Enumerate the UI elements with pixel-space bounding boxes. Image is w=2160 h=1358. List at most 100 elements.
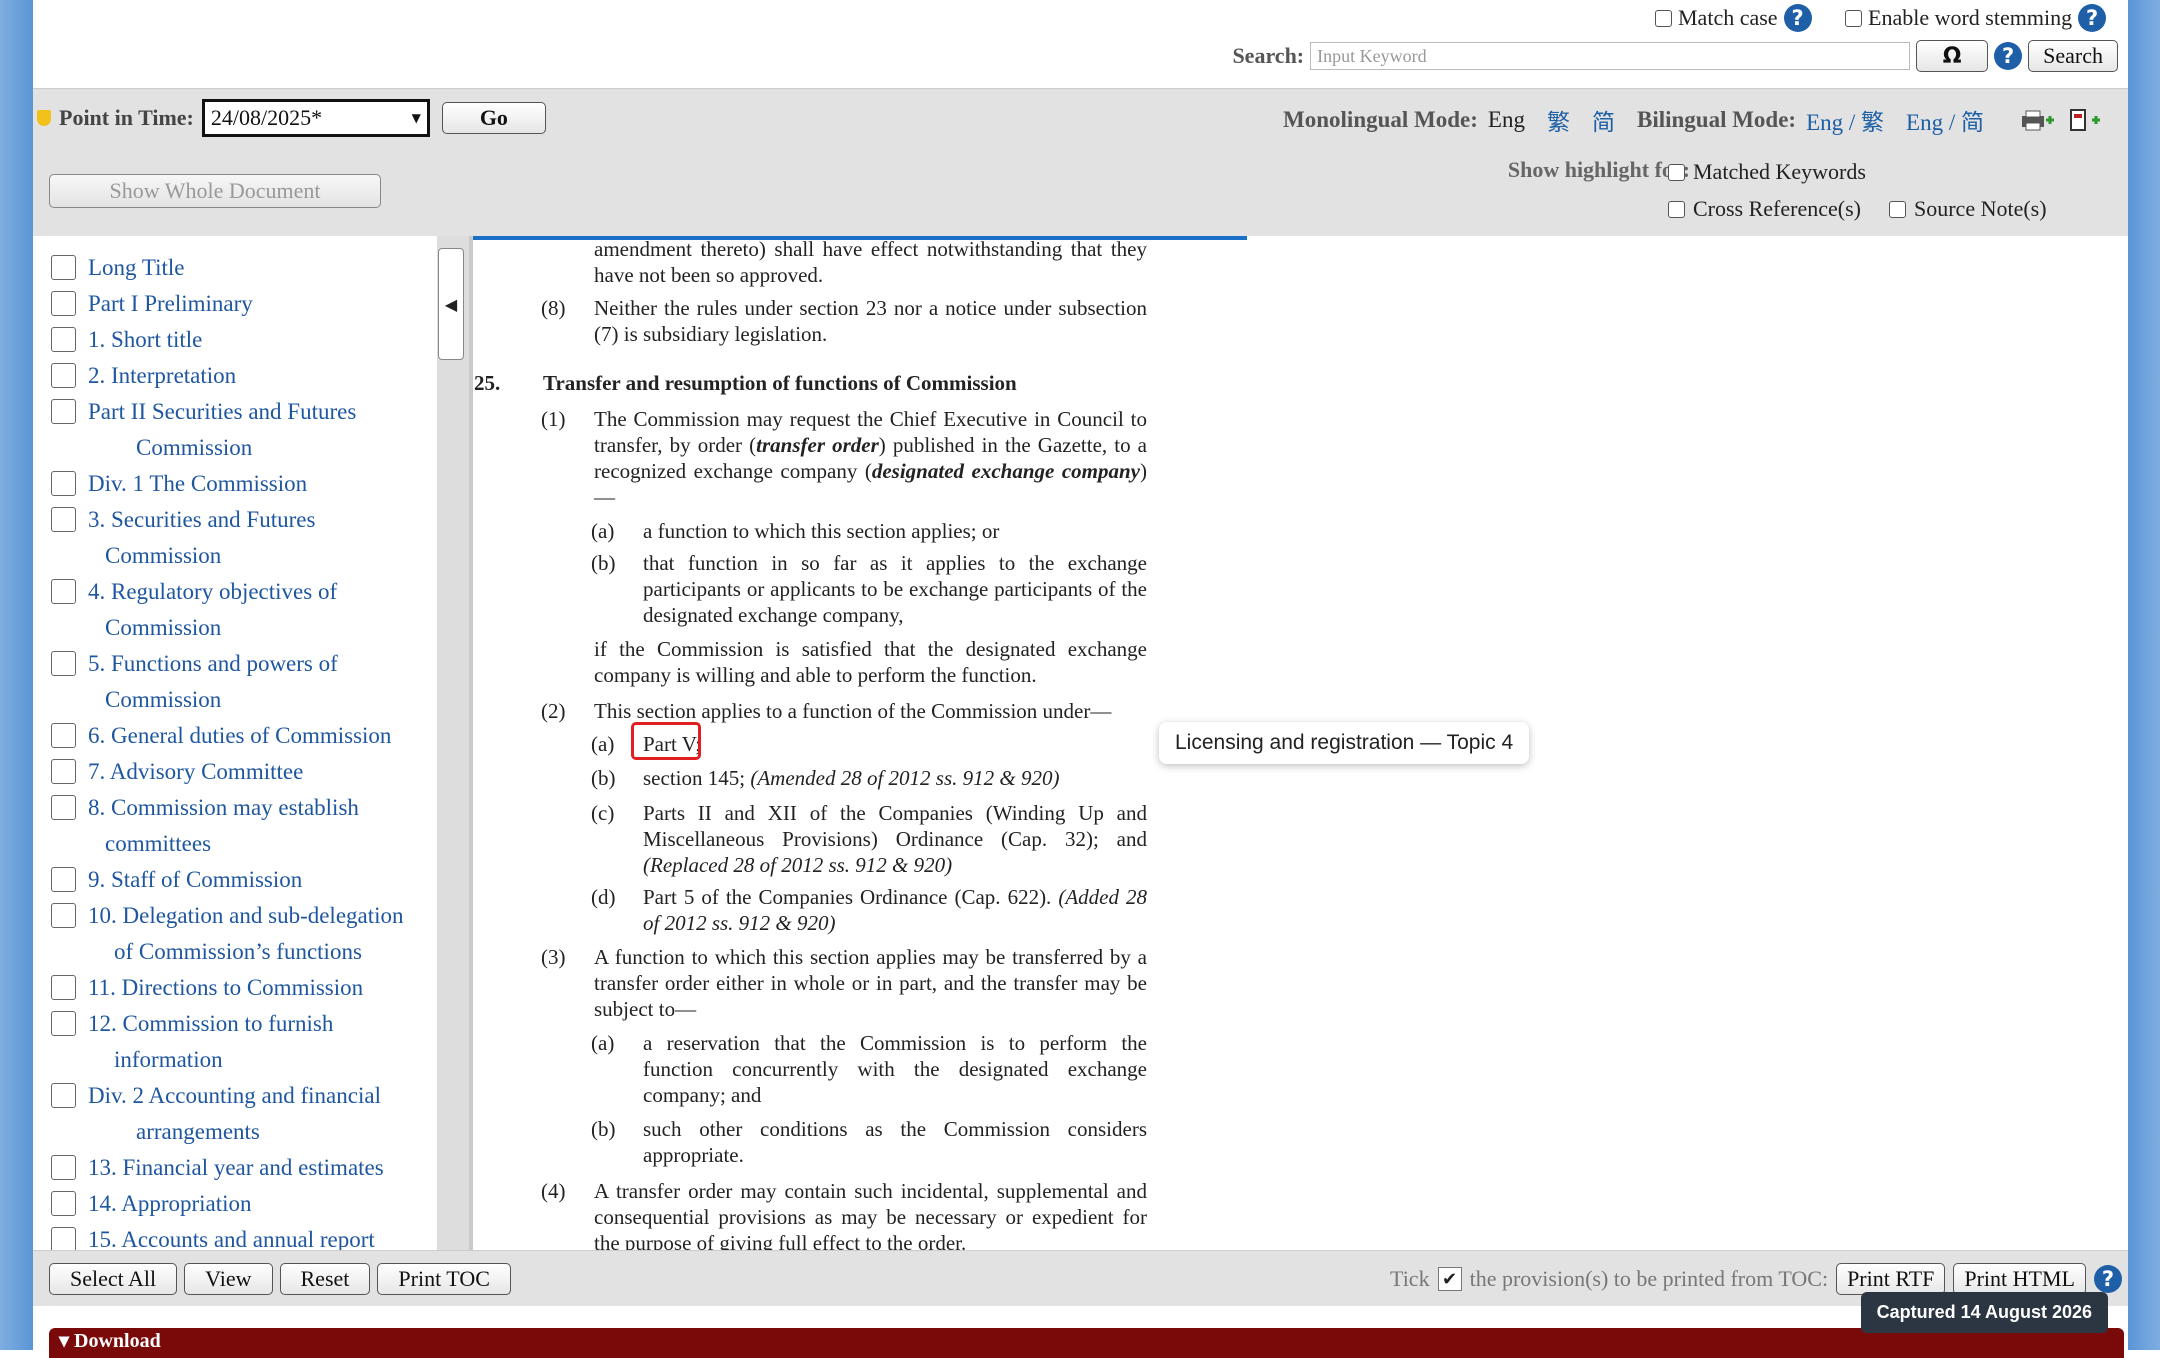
toc-item[interactable]: Div. 1 The Commission: [33, 466, 437, 502]
toc-item-label[interactable]: Long Title: [88, 250, 189, 286]
toc-item[interactable]: Part I Preliminary: [33, 286, 437, 322]
toc-item-title: Div. 1 The Commission: [88, 471, 308, 496]
toc-item[interactable]: 7. Advisory Committee: [33, 754, 437, 790]
show-whole-document-button[interactable]: Show Whole Document: [49, 174, 381, 208]
matched-keywords-checkbox[interactable]: [1668, 163, 1685, 181]
toc-item-checkbox[interactable]: [51, 363, 76, 388]
toc-item-label[interactable]: 13. Financial year and estimates: [88, 1150, 388, 1186]
select-all-button[interactable]: Select All: [49, 1263, 178, 1295]
print-add-icon[interactable]: [2020, 108, 2054, 132]
special-character-button[interactable]: Ω: [1916, 40, 1989, 72]
toc-item-label[interactable]: 14. Appropriation: [88, 1186, 256, 1222]
toc-scrollbar[interactable]: [437, 236, 471, 1250]
toc-item[interactable]: 8. Commission may establish committees: [33, 790, 437, 862]
toc-item-checkbox[interactable]: [51, 255, 76, 280]
toc-item[interactable]: 15. Accounts and annual report: [33, 1222, 437, 1250]
toc-item-label[interactable]: 8. Commission may establish committees: [88, 790, 363, 862]
toc-item[interactable]: 4. Regulatory objectives of Commission: [33, 574, 437, 646]
toc-item-label[interactable]: Part I Preliminary: [88, 286, 257, 322]
toc-item-label[interactable]: 9. Staff of Commission: [88, 862, 306, 898]
defined-term: transfer order: [756, 433, 879, 457]
toc-item-label[interactable]: 15. Accounts and annual report: [88, 1222, 379, 1250]
toc-item-checkbox[interactable]: [51, 291, 76, 316]
toc-item-label[interactable]: 10. Delegation and sub-delegation of Comm…: [88, 898, 408, 970]
toc-item[interactable]: 3. Securities and Futures Commission: [33, 502, 437, 574]
toc-item[interactable]: 1. Short title: [33, 322, 437, 358]
bi-eng-trad-link[interactable]: Eng / 繁: [1806, 103, 1884, 137]
point-in-time-select[interactable]: 24/08/2025* ▼: [201, 99, 430, 137]
toc-item-label[interactable]: Part II Securities and Futures Commission: [88, 394, 360, 466]
toc-item-checkbox[interactable]: [51, 327, 76, 352]
reset-button[interactable]: Reset: [279, 1263, 371, 1295]
toc-item-title: Part II Securities and Futures: [88, 399, 357, 424]
bi-eng-simp-link[interactable]: Eng / 简: [1906, 103, 1984, 137]
toc-item-checkbox[interactable]: [51, 795, 76, 820]
toc-item[interactable]: 13. Financial year and estimates: [33, 1150, 437, 1186]
toc-item-checkbox[interactable]: [51, 1191, 76, 1216]
toc-item-label[interactable]: 11. Directions to Commission: [88, 970, 367, 1006]
toc-item-checkbox[interactable]: [51, 471, 76, 496]
monolingual-mode-label: Monolingual Mode:: [1283, 107, 1478, 132]
cross-reference-link[interactable]: Part V;: [643, 731, 1147, 757]
matched-keywords-label: Matched Keywords: [1693, 159, 1866, 184]
toc-item[interactable]: 6. General duties of Commission: [33, 718, 437, 754]
export-add-icon[interactable]: [2068, 108, 2102, 132]
toc-item-checkbox[interactable]: [51, 1011, 76, 1036]
download-section[interactable]: ▾ Download: [49, 1328, 2124, 1358]
toc-item-checkbox[interactable]: [51, 1227, 76, 1250]
toc-item-label[interactable]: 1. Short title: [88, 322, 206, 358]
go-button[interactable]: Go: [441, 102, 546, 134]
toc-item-checkbox[interactable]: [51, 1083, 76, 1108]
help-icon[interactable]: ?: [2094, 1265, 2122, 1293]
toc-item[interactable]: 14. Appropriation: [33, 1186, 437, 1222]
toc-item-label[interactable]: 6. General duties of Commission: [88, 718, 395, 754]
toc-item[interactable]: 2. Interpretation: [33, 358, 437, 394]
toc-item-checkbox[interactable]: [51, 507, 76, 532]
toc-item-checkbox[interactable]: [51, 903, 76, 928]
help-icon[interactable]: ?: [2078, 4, 2107, 32]
cross-references-checkbox[interactable]: [1668, 200, 1685, 218]
toc-item[interactable]: 11. Directions to Commission: [33, 970, 437, 1006]
print-html-button[interactable]: Print HTML: [1953, 1263, 2086, 1295]
toc-item-title-continued: of Commission’s functions: [114, 939, 362, 964]
view-button[interactable]: View: [184, 1263, 273, 1295]
match-case-checkbox[interactable]: [1655, 9, 1672, 27]
toc-item[interactable]: 9. Staff of Commission: [33, 862, 437, 898]
toc-item-checkbox[interactable]: [51, 1155, 76, 1180]
toc-item-label[interactable]: 2. Interpretation: [88, 358, 240, 394]
toc-item-checkbox[interactable]: [51, 867, 76, 892]
toc-item-checkbox[interactable]: [51, 399, 76, 424]
search-button[interactable]: Search: [2028, 40, 2118, 72]
toc-item[interactable]: 12. Commission to furnish information: [33, 1006, 437, 1078]
mono-traditional-link[interactable]: 繁: [1547, 103, 1570, 137]
toc-item[interactable]: Long Title: [33, 250, 437, 286]
toc-item-checkbox[interactable]: [51, 759, 76, 784]
toc-item-checkbox[interactable]: [51, 651, 76, 676]
mono-simplified-link[interactable]: 简: [1592, 103, 1615, 137]
toc-item-checkbox[interactable]: [51, 723, 76, 748]
toc-item-label[interactable]: Div. 1 The Commission: [88, 466, 311, 502]
print-rtf-button[interactable]: Print RTF: [1836, 1263, 1946, 1295]
toc-item[interactable]: 10. Delegation and sub-delegation of Comm…: [33, 898, 437, 970]
chevron-left-icon: ◀: [444, 294, 458, 314]
help-icon[interactable]: ?: [1994, 42, 2023, 70]
toc-item-label[interactable]: 7. Advisory Committee: [88, 754, 307, 790]
toc-item[interactable]: Part II Securities and Futures Commission: [33, 394, 437, 466]
toc-item-label[interactable]: Div. 2 Accounting and financial arrangeme…: [88, 1078, 385, 1150]
toc-item-checkbox[interactable]: [51, 975, 76, 1000]
toc-item-label[interactable]: 3. Securities and Futures Commission: [88, 502, 319, 574]
toc-item-label[interactable]: 5. Functions and powers of Commission: [88, 646, 342, 718]
toc-item-label[interactable]: 4. Regulatory objectives of Commission: [88, 574, 341, 646]
help-icon[interactable]: ?: [1783, 4, 1812, 32]
toc-item-label[interactable]: 12. Commission to furnish information: [88, 1006, 337, 1078]
item-letter: (a): [591, 1031, 615, 1055]
toc-item-title: 15. Accounts and annual report: [88, 1227, 375, 1250]
toc-item[interactable]: Div. 2 Accounting and financial arrangeme…: [33, 1078, 437, 1150]
toc-item[interactable]: 5. Functions and powers of Commission: [33, 646, 437, 718]
word-stemming-checkbox[interactable]: [1845, 9, 1862, 27]
print-toc-button[interactable]: Print TOC: [377, 1263, 511, 1295]
source-notes-checkbox[interactable]: [1889, 200, 1906, 218]
collapse-toc-button[interactable]: ◀: [438, 248, 464, 360]
toc-item-checkbox[interactable]: [51, 579, 76, 604]
search-input[interactable]: Input Keyword: [1310, 42, 1911, 70]
